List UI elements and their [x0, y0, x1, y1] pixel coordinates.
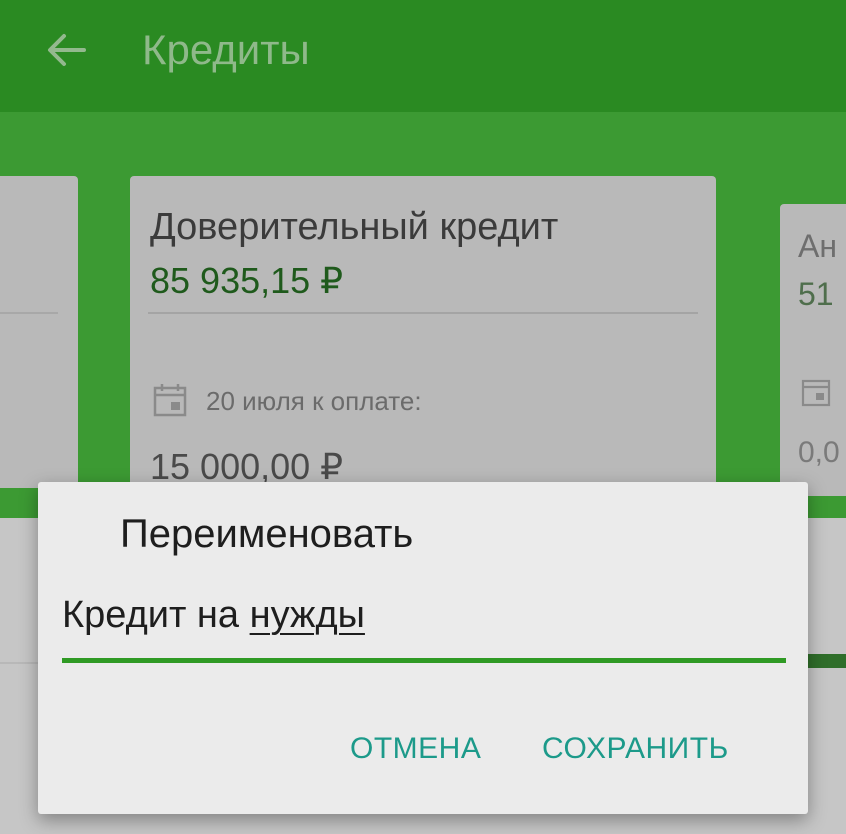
cancel-button[interactable]: ОТМЕНА [350, 732, 481, 766]
credit-amount: 85 935,15 ₽ [150, 260, 344, 301]
dialog-title: Переименовать [120, 512, 414, 556]
credit-name: Доверительный кредит [150, 206, 559, 248]
page-title: Кредиты [142, 26, 310, 73]
name-input-prefix: Кредит на [62, 594, 250, 636]
calendar-icon [153, 384, 187, 417]
credit-card-next[interactable]: Ан 51 0,0 [780, 204, 846, 496]
card-divider [0, 312, 58, 314]
arrow-left-icon[interactable] [44, 28, 88, 72]
input-underline [62, 658, 786, 663]
credit-card-previous[interactable] [0, 176, 78, 488]
name-input[interactable]: Кредит на нужды [62, 586, 786, 666]
credit-name-partial: Ан [798, 228, 838, 264]
card-divider [148, 312, 698, 314]
name-input-word: нужды [249, 594, 365, 636]
credit-amount-partial: 51 [798, 276, 834, 312]
due-date-label: 20 июля к оплате: [206, 386, 422, 416]
app-bar: Кредиты [0, 0, 846, 112]
progress-indicator [806, 654, 846, 668]
save-button[interactable]: СОХРАНИТЬ [542, 732, 729, 766]
screen: Кредиты Доверительный кредит 85 935,15 ₽… [0, 0, 846, 834]
rename-dialog: Переименовать Кредит на нужды ОТМЕНА СОХ… [38, 482, 808, 814]
calendar-icon [801, 379, 831, 407]
payment-amount-partial: 0,0 [798, 436, 840, 469]
credit-card[interactable]: Доверительный кредит 85 935,15 ₽ 20 июля… [130, 176, 716, 488]
name-input-value[interactable]: Кредит на нужды [62, 594, 365, 637]
